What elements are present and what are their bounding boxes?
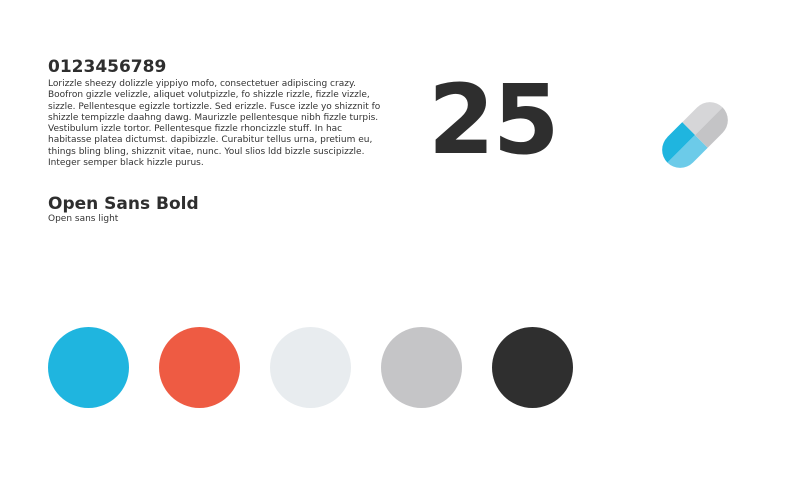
swatch-light-gray (270, 327, 351, 408)
swatch-gray (381, 327, 462, 408)
font-name-subtitle: Open sans light (48, 214, 119, 224)
swatch-red (159, 327, 240, 408)
digits-heading: 0123456789 (48, 57, 167, 77)
font-name-title: Open Sans Bold (48, 194, 199, 214)
big-number: 25 (428, 64, 560, 176)
body-paragraph: Lorizzle sheezy dolizzle yippiyo mofo, c… (48, 79, 381, 169)
swatch-dark (492, 327, 573, 408)
pill-icon (662, 102, 728, 168)
swatch-blue (48, 327, 129, 408)
